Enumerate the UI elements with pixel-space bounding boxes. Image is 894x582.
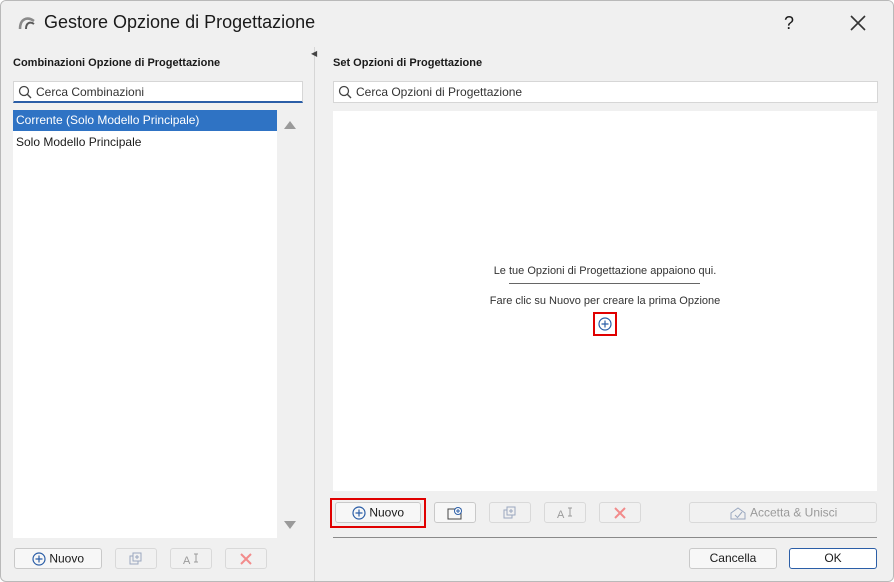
option-sets-search-input[interactable] (356, 85, 873, 99)
option-sets-heading: Set Opzioni di Progettazione (333, 57, 483, 69)
list-item-current[interactable]: Corrente (Solo Modello Principale) (13, 110, 277, 131)
add-icon (32, 552, 46, 566)
pane-divider[interactable] (314, 47, 315, 581)
app-logo-icon (18, 17, 35, 30)
close-icon[interactable] (844, 9, 872, 37)
left-rename-button[interactable]: A (170, 548, 212, 569)
empty-state-hint: Fare clic su Nuovo per creare la prima O… (489, 295, 721, 307)
search-icon (338, 85, 352, 99)
footer-rule (333, 537, 877, 538)
new-folder-icon (447, 506, 462, 520)
new-folder-button[interactable] (434, 502, 476, 523)
left-duplicate-button[interactable] (115, 548, 157, 569)
list-item-main-model[interactable]: Solo Modello Principale (13, 132, 277, 153)
left-new-label: Nuovo (49, 551, 85, 566)
title-bar: Gestore Opzione di Progettazione ? (1, 1, 893, 45)
accept-merge-label: Accetta & Unisci (749, 505, 838, 520)
scroll-up-icon[interactable] (284, 121, 296, 129)
left-new-button[interactable]: Nuovo (14, 548, 102, 569)
empty-state-title: Le tue Opzioni di Progettazione appaiono… (493, 265, 717, 277)
collapse-left-icon[interactable]: ◀ (311, 49, 317, 58)
duplicate-icon (129, 552, 142, 565)
cancel-button[interactable]: Cancella (689, 548, 777, 569)
svg-text:A: A (183, 555, 191, 566)
right-delete-button[interactable] (599, 502, 641, 523)
svg-text:A: A (557, 509, 565, 520)
combinations-search[interactable] (13, 81, 303, 103)
scroll-down-icon[interactable] (284, 521, 296, 529)
rename-icon: A (557, 507, 572, 520)
option-sets-search[interactable] (333, 81, 878, 103)
right-new-button[interactable]: Nuovo (335, 502, 421, 523)
combinations-heading: Combinazioni Opzione di Progettazione (13, 57, 221, 69)
rename-icon: A (183, 553, 198, 566)
design-option-manager-dialog: Gestore Opzione di Progettazione ? ◀ Com… (0, 0, 894, 582)
help-button[interactable]: ? (777, 9, 801, 37)
search-icon (18, 85, 32, 99)
right-duplicate-button[interactable] (489, 502, 531, 523)
window-title: Gestore Opzione di Progettazione (44, 12, 316, 32)
accept-merge-icon (730, 507, 746, 520)
combinations-list: Corrente (Solo Modello Principale) Solo … (13, 110, 277, 538)
accept-merge-button[interactable]: Accetta & Unisci (689, 502, 877, 523)
right-rename-button[interactable]: A (544, 502, 586, 523)
option-sets-panel: Le tue Opzioni di Progettazione appaiono… (333, 111, 877, 491)
delete-icon (614, 507, 626, 519)
delete-icon (240, 553, 252, 565)
right-new-label: Nuovo (369, 505, 405, 520)
ok-button[interactable]: OK (789, 548, 877, 569)
add-icon (598, 317, 612, 331)
duplicate-icon (503, 506, 516, 519)
combinations-search-input[interactable] (36, 85, 298, 99)
left-delete-button[interactable] (225, 548, 267, 569)
empty-state-add-button[interactable] (593, 312, 617, 336)
add-icon (352, 506, 366, 520)
empty-state-rule (509, 283, 700, 284)
